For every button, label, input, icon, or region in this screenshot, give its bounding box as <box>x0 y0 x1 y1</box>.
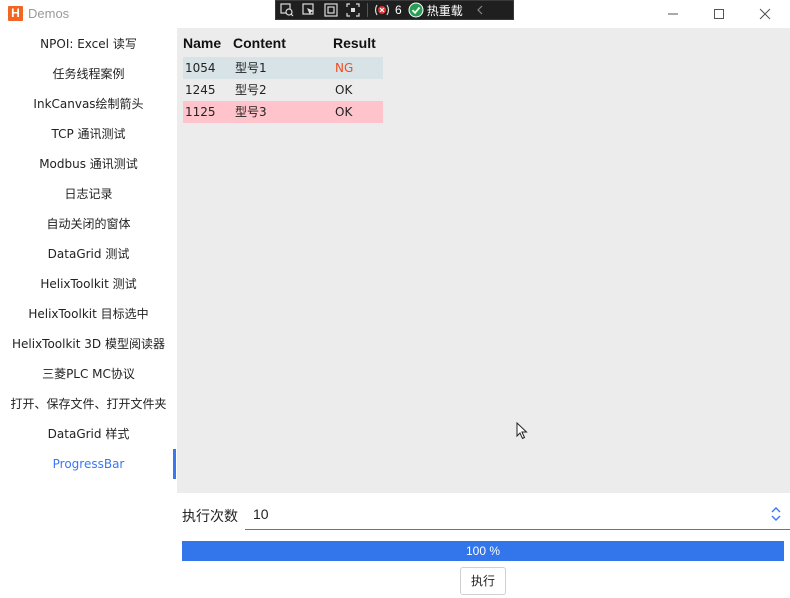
execute-button[interactable]: 执行 <box>460 567 506 595</box>
hot-reload-label[interactable]: 热重载 <box>427 2 463 19</box>
inspect-visual-tree-icon[interactable] <box>276 0 298 20</box>
cell-name: 1125 <box>185 105 216 119</box>
sidebar-item-datagrid-style[interactable]: DataGrid 样式 <box>0 419 177 449</box>
close-button[interactable] <box>742 0 788 28</box>
sidebar-item-auto-close[interactable]: 自动关闭的窗体 <box>0 209 177 239</box>
title-bar: H Demos 6 热重载 <box>0 0 790 28</box>
sidebar-item-helix-test[interactable]: HelixToolkit 测试 <box>0 269 177 299</box>
cell-result: OK <box>335 105 353 119</box>
maximize-button[interactable] <box>696 0 742 28</box>
sidebar-item-tcp[interactable]: TCP 通讯测试 <box>0 119 177 149</box>
cell-name: 1054 <box>185 61 216 75</box>
table-row[interactable]: 1054 型号1 NG <box>183 57 383 79</box>
cell-result: NG <box>335 61 354 75</box>
sidebar-item-inkcanvas[interactable]: InkCanvas绘制箭头 <box>0 89 177 119</box>
track-focus-icon[interactable] <box>342 0 364 20</box>
column-header-content[interactable]: Content <box>233 32 286 54</box>
column-header-name[interactable]: Name <box>183 32 221 54</box>
sidebar-item-npoi-excel[interactable]: NPOI: Excel 读写 <box>0 29 177 59</box>
content-area: Name Content Result 1054 型号1 NG 1245 型号2… <box>177 28 790 493</box>
column-header-result[interactable]: Result <box>333 32 376 54</box>
selected-indicator <box>173 449 176 479</box>
sidebar-item-modbus[interactable]: Modbus 通讯测试 <box>0 149 177 179</box>
execution-panel: 执行次数 10 100 % 执行 <box>177 493 790 598</box>
window-title: Demos <box>28 6 70 21</box>
hot-reload-status-icon <box>408 0 424 20</box>
cell-content: 型号3 <box>235 105 267 119</box>
display-layout-adorners-icon[interactable] <box>320 0 342 20</box>
select-element-icon[interactable] <box>298 0 320 20</box>
binding-failure-count: 6 <box>395 3 402 17</box>
cell-result: OK <box>335 83 353 97</box>
collapse-toolbar-icon[interactable] <box>469 0 491 20</box>
sidebar-item-datagrid-test[interactable]: DataGrid 测试 <box>0 239 177 269</box>
table-row[interactable]: 1125 型号3 OK <box>183 101 383 123</box>
cell-name: 1245 <box>185 83 216 97</box>
execution-count-value[interactable]: 10 <box>253 506 269 522</box>
progress-bar: 100 % <box>182 541 784 561</box>
minimize-icon <box>668 13 678 15</box>
sidebar-item-helix-3d-reader[interactable]: HelixToolkit 3D 模型阅读器 <box>0 329 177 359</box>
close-icon <box>759 8 771 20</box>
sidebar-item-progressbar[interactable]: ProgressBar <box>0 449 177 479</box>
binding-failures-icon[interactable] <box>371 0 393 20</box>
sidebar-nav: NPOI: Excel 读写 任务线程案例 InkCanvas绘制箭头 TCP … <box>0 28 177 598</box>
sidebar-item-file-dialogs[interactable]: 打开、保存文件、打开文件夹 <box>0 389 177 419</box>
cell-content: 型号2 <box>235 83 267 97</box>
execution-count-stepper[interactable]: 10 <box>245 498 790 530</box>
cell-content: 型号1 <box>235 61 267 75</box>
minimize-button[interactable] <box>650 0 696 28</box>
debug-toolbar: 6 热重载 <box>275 0 514 20</box>
mouse-cursor-icon <box>516 422 528 440</box>
execution-count-label: 执行次数 <box>182 509 238 525</box>
sidebar-item-log[interactable]: 日志记录 <box>0 179 177 209</box>
maximize-icon <box>714 9 724 19</box>
progress-text: 100 % <box>465 544 501 558</box>
toolbar-separator <box>367 3 368 17</box>
app-logo: H <box>8 6 23 21</box>
sidebar-item-plc-mc[interactable]: 三菱PLC MC协议 <box>0 359 177 389</box>
sidebar-item-helix-select[interactable]: HelixToolkit 目标选中 <box>0 299 177 329</box>
table-row[interactable]: 1245 型号2 OK <box>183 79 383 101</box>
spinner-updown-icon[interactable] <box>770 506 782 522</box>
sidebar-item-task-thread[interactable]: 任务线程案例 <box>0 59 177 89</box>
